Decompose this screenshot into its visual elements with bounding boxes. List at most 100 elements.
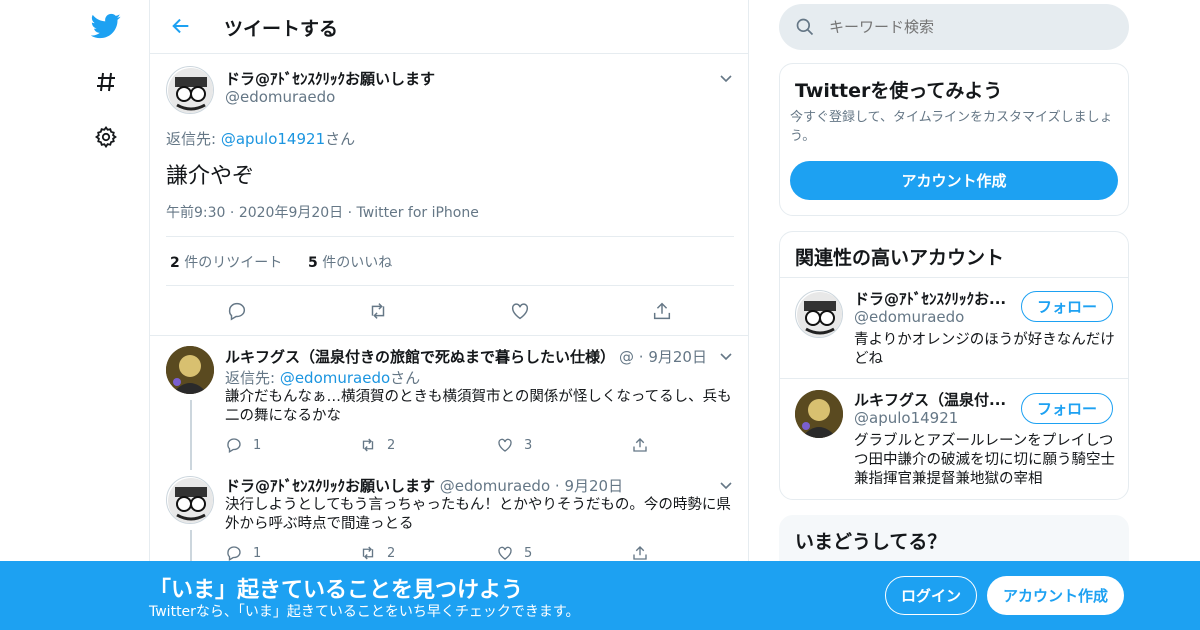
tweet-text: 謙介だもんなぁ…横須賀のときも横須賀市との関係が怪しくなってるし、兵も二の舞にな… <box>225 389 732 424</box>
follow-button[interactable]: フォロー <box>1021 291 1113 322</box>
retweet-icon <box>362 546 374 560</box>
reply-suffix: さん <box>390 369 421 387</box>
reply-header: ドラ@ｱﾄﾞｾﾝｽｸﾘｯｸお願いします @edomuraedo · 9月20日 <box>225 477 624 495</box>
signup-title: Twitterを使ってみよう <box>795 80 1003 102</box>
reply-button[interactable] <box>226 300 248 322</box>
share-button[interactable] <box>651 300 673 322</box>
author-handle[interactable]: @edomuraedo <box>440 477 550 495</box>
signup-card: Twitterを使ってみよう 今すぐ登録して、タイムラインをカスタマイズしましょ… <box>779 63 1129 216</box>
author-name[interactable]: ドラ@ｱﾄﾞｾﾝｽｸﾘｯｸお願いします <box>225 477 435 495</box>
like-button[interactable] <box>509 300 531 322</box>
follow-button[interactable]: フォロー <box>1021 393 1113 424</box>
reply-prefix: 返信先: <box>166 130 221 148</box>
retweet-button[interactable]: 2 <box>359 544 395 562</box>
main-tweet: ドラ@ｱﾄﾞｾﾝｽｸﾘｯｸお願いします @edomuraedo 返信先: @ap… <box>150 54 748 336</box>
reply-icon <box>227 546 241 561</box>
reply-suffix: さん <box>325 130 356 148</box>
retweet-count: 2 <box>387 545 396 561</box>
retweet-button[interactable]: 2 <box>359 436 395 454</box>
retweet-icon <box>362 438 374 452</box>
related-title: 関連性の高いアカウント <box>795 247 1005 269</box>
signup-desc: 今すぐ登録して、タイムラインをカスタマイズしましょう。 <box>790 110 1113 144</box>
tweet-meta: 午前9:30 · 2020年9月20日 · Twitter for iPhone <box>166 205 479 221</box>
reply-to-link[interactable]: @apulo14921 <box>221 130 325 148</box>
account-name[interactable]: ドラ@ｱﾄﾞｾﾝｽｸﾘｯｸお... <box>854 288 1006 309</box>
related-account[interactable]: ルキフグス（温泉付... @apulo14921 フォロー グラブルとアズールレ… <box>780 380 1128 499</box>
page-header: ツイートする <box>150 0 748 54</box>
like-button[interactable]: 3 <box>496 436 532 454</box>
account-name[interactable]: ルキフグス（温泉付... <box>854 389 1006 410</box>
author-name[interactable]: ルキフグス（温泉付きの旅館で死ぬまで暮らしたい仕様） <box>225 346 615 367</box>
related-account[interactable]: ドラ@ｱﾄﾞｾﾝｽｸﾘｯｸお... @edomuraedo フォロー 青よりかオ… <box>780 278 1128 379</box>
reply-button[interactable]: 1 <box>225 436 261 454</box>
tweet-date[interactable]: 2020年9月20日 <box>239 205 343 221</box>
reply-button[interactable]: 1 <box>225 544 261 562</box>
avatar[interactable] <box>166 346 214 394</box>
retweet-stat[interactable]: 2 件のリツイート <box>170 252 282 272</box>
author-name[interactable]: ドラ@ｱﾄﾞｾﾝｽｸﾘｯｸお願いします <box>225 68 435 89</box>
account-bio: グラブルとアズールレーンをプレイしつつ田中謙介の破滅を切に切に願う騎空士兼指揮官… <box>854 433 1115 487</box>
avatar[interactable] <box>166 476 214 524</box>
retweet-label: 件のリツイート <box>184 255 283 271</box>
thread-line <box>190 400 192 470</box>
avatar[interactable] <box>166 66 214 114</box>
signup-banner: 「いま」起きていることを見つけよう Twitterなら、「いま」起きていることを… <box>0 561 1200 630</box>
account-bio: 青よりかオレンジのほうが好きなんだけどね <box>854 332 1115 367</box>
like-label: 件のいいね <box>322 255 393 271</box>
reply-tweet[interactable]: ルキフグス（温泉付きの旅館で死ぬまで暮らしたい仕様） @ · 9月20日 返信先… <box>150 336 748 470</box>
login-button[interactable]: ログイン <box>885 576 977 615</box>
search-box[interactable] <box>779 4 1129 50</box>
tweet-stats: 2 件のリツイート 5 件のいいね <box>166 236 734 286</box>
like-button[interactable]: 5 <box>496 544 532 562</box>
tweet-text: 謙介やぞ <box>166 164 255 189</box>
chevron-down-icon[interactable] <box>719 70 733 84</box>
reply-icon <box>228 302 246 321</box>
avatar[interactable] <box>795 390 843 438</box>
search-input[interactable] <box>829 14 1109 40</box>
share-button[interactable] <box>631 544 649 562</box>
heart-icon <box>498 438 512 452</box>
page-title: ツイートする <box>224 18 339 40</box>
tweet-time[interactable]: 午前9:30 <box>166 205 225 221</box>
twitter-logo-icon[interactable] <box>90 10 122 42</box>
avatar[interactable] <box>795 290 843 338</box>
banner-title: 「いま」起きていることを見つけよう <box>149 578 524 603</box>
retweet-button[interactable] <box>367 300 389 322</box>
like-count: 3 <box>524 437 533 453</box>
retweet-icon <box>371 303 385 319</box>
like-count: 5 <box>308 255 318 271</box>
reply-tweet[interactable]: ドラ@ｱﾄﾞｾﾝｽｸﾘｯｸお願いします @edomuraedo · 9月20日 … <box>150 466 748 570</box>
account-handle[interactable]: @apulo14921 <box>854 409 958 427</box>
tweet-date[interactable]: 9月20日 <box>648 348 707 366</box>
tweet-text: 決行しようとしてもう言っちゃったもん！とかやりそうだもの。今の時勢に県外から呼ぶ… <box>225 497 731 532</box>
reply-count: 1 <box>253 437 262 453</box>
retweet-count: 2 <box>170 255 180 271</box>
chevron-down-icon[interactable] <box>719 477 733 491</box>
share-icon <box>653 302 671 320</box>
create-account-button[interactable]: アカウント作成 <box>790 161 1118 200</box>
account-handle[interactable]: @edomuraedo <box>854 308 964 326</box>
chevron-down-icon[interactable] <box>719 348 733 362</box>
trends-title: いまどうしてる？ <box>795 531 947 553</box>
related-accounts-card: 関連性の高いアカウント ドラ@ｱﾄﾞｾﾝｽｸﾘｯｸお... @edomuraed… <box>779 231 1129 500</box>
tweet-date[interactable]: 9月20日 <box>564 477 623 495</box>
reply-to-link[interactable]: @edomuraedo <box>280 369 390 387</box>
reply-context: 返信先: @apulo14921さん <box>166 128 355 149</box>
back-arrow-icon[interactable] <box>170 15 194 39</box>
reply-count: 1 <box>253 545 262 561</box>
share-icon <box>633 438 647 452</box>
reply-icon <box>227 438 241 453</box>
explore-hash-icon[interactable] <box>90 66 122 98</box>
tweet-source[interactable]: Twitter for iPhone <box>357 205 479 221</box>
search-icon <box>796 18 814 36</box>
banner-subtitle: Twitterなら、「いま」起きていることをいち早くチェックできます。 <box>149 604 580 620</box>
author-handle[interactable]: @edomuraedo <box>225 88 335 106</box>
reply-context: 返信先: @edomuraedoさん <box>225 367 420 388</box>
share-button[interactable] <box>631 436 649 454</box>
share-icon <box>633 546 647 560</box>
banner-signup-button[interactable]: アカウント作成 <box>987 576 1124 615</box>
author-handle[interactable]: @ <box>619 348 634 366</box>
like-stat[interactable]: 5 件のいいね <box>308 252 392 272</box>
settings-gear-icon[interactable] <box>90 121 122 153</box>
heart-icon <box>511 303 529 320</box>
